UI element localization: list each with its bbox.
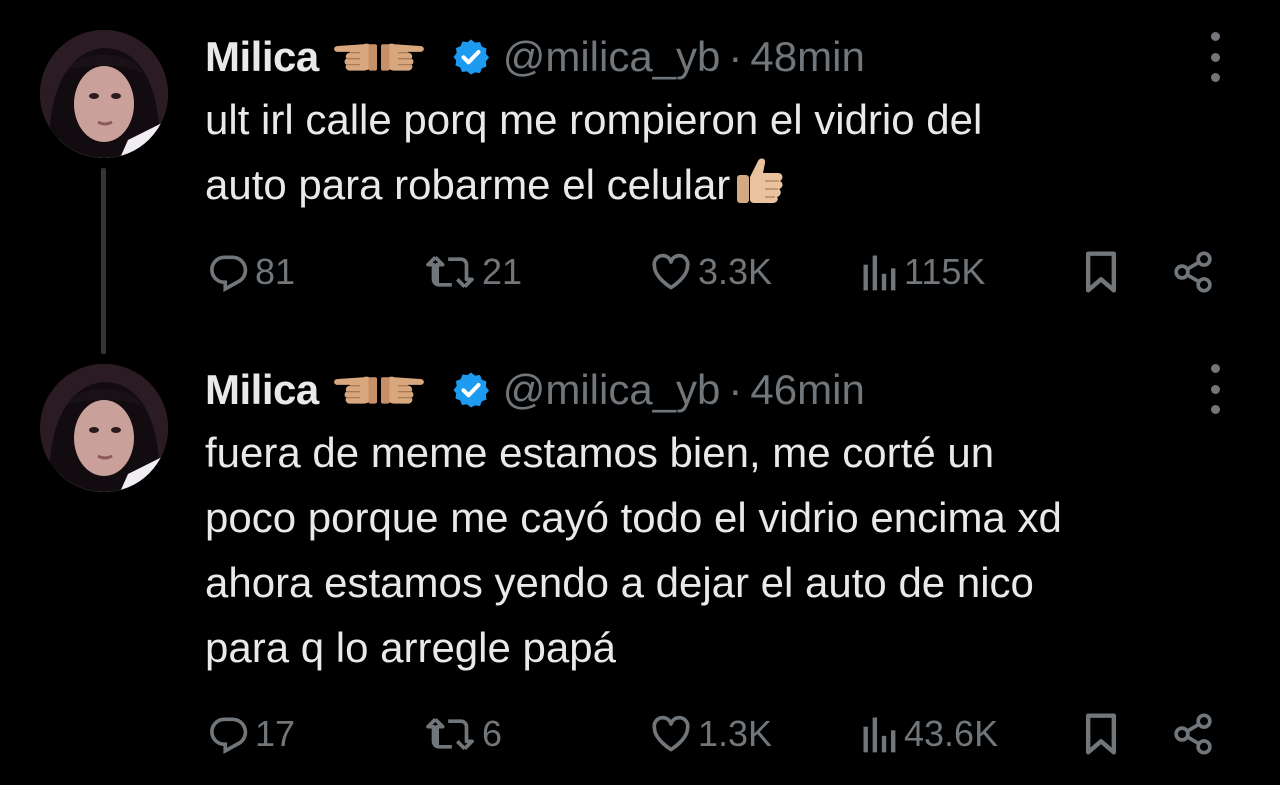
user-handle[interactable]: @milica_yb bbox=[503, 33, 721, 81]
thumbs-up-icon bbox=[732, 153, 786, 225]
display-name[interactable]: Milica bbox=[205, 33, 319, 81]
like-button[interactable]: 1.3K bbox=[648, 712, 772, 756]
tweet-text: fuera de meme estamos bien, me corté un … bbox=[205, 420, 1235, 680]
view-count: 43.6K bbox=[904, 713, 999, 754]
display-name[interactable]: Milica bbox=[205, 366, 319, 414]
retweet-button[interactable]: 6 bbox=[422, 712, 502, 756]
verified-badge-icon[interactable] bbox=[451, 370, 491, 410]
bookmark-button[interactable] bbox=[1083, 712, 1119, 756]
tweet-header: Milica @milica_yb · 46min bbox=[205, 362, 865, 418]
separator-dot: · bbox=[728, 366, 743, 413]
separator-dot: · bbox=[728, 33, 743, 80]
tweet-text-line: poco porque me cayó todo el vidrio encim… bbox=[205, 494, 1062, 541]
tweet[interactable]: Milica @milica_yb · 48min ult irl calle … bbox=[0, 0, 1280, 354]
reply-count: 17 bbox=[255, 713, 296, 754]
tweet-text-line: ahora estamos yendo a dejar el auto de n… bbox=[205, 559, 1034, 606]
reply-count: 81 bbox=[255, 251, 296, 292]
tweet-text: ult irl calle porq me rompieron el vidri… bbox=[205, 87, 1235, 225]
tweet-header: Milica @milica_yb · 48min bbox=[205, 29, 865, 85]
retweet-button[interactable]: 21 bbox=[422, 250, 522, 294]
pointing-hands-icon bbox=[321, 370, 437, 410]
bookmark-icon bbox=[1083, 250, 1119, 294]
heart-icon bbox=[648, 250, 694, 294]
tweet-text-line: fuera de meme estamos bien, me corté un bbox=[205, 429, 995, 476]
retweet-icon bbox=[422, 712, 478, 756]
tweet-actions: 81 21 3.3K 115K bbox=[0, 250, 1280, 294]
tweet-text-line: auto para robarme el celular bbox=[205, 161, 731, 208]
retweet-count: 6 bbox=[482, 713, 503, 754]
retweet-icon bbox=[422, 250, 478, 294]
view-count: 115K bbox=[904, 251, 986, 292]
pointing-hands-icon bbox=[321, 37, 437, 77]
reply-button[interactable]: 17 bbox=[205, 712, 295, 756]
retweet-count: 21 bbox=[482, 251, 523, 292]
share-button[interactable] bbox=[1170, 250, 1216, 294]
more-icon[interactable] bbox=[1205, 32, 1225, 82]
views-button[interactable]: 43.6K bbox=[860, 712, 998, 756]
timestamp[interactable]: 46min bbox=[750, 366, 864, 414]
reply-button[interactable]: 81 bbox=[205, 250, 295, 294]
reply-icon bbox=[205, 250, 251, 294]
bookmark-icon bbox=[1083, 712, 1119, 756]
avatar[interactable] bbox=[40, 30, 168, 158]
share-button[interactable] bbox=[1170, 712, 1216, 756]
more-icon[interactable] bbox=[1205, 364, 1225, 414]
tweet-text-line: ult irl calle porq me rompieron el vidri… bbox=[205, 96, 983, 143]
avatar[interactable] bbox=[40, 364, 168, 492]
like-count: 1.3K bbox=[698, 713, 773, 754]
views-icon bbox=[860, 712, 900, 756]
timestamp[interactable]: 48min bbox=[750, 33, 864, 81]
tweet-text-line-with-emoji: auto para robarme el celular bbox=[205, 152, 1235, 225]
share-icon bbox=[1170, 712, 1216, 756]
share-icon bbox=[1170, 250, 1216, 294]
tweet-actions: 17 6 1.3K 43.6K bbox=[0, 712, 1280, 756]
tweet[interactable]: Milica @milica_yb · 46min fuera de meme … bbox=[0, 340, 1280, 785]
views-icon bbox=[860, 250, 900, 294]
tweet-text-line: para q lo arregle papá bbox=[205, 624, 616, 671]
verified-badge-icon[interactable] bbox=[451, 37, 491, 77]
bookmark-button[interactable] bbox=[1083, 250, 1119, 294]
heart-icon bbox=[648, 712, 694, 756]
like-count: 3.3K bbox=[698, 251, 773, 292]
like-button[interactable]: 3.3K bbox=[648, 250, 772, 294]
reply-icon bbox=[205, 712, 251, 756]
user-handle[interactable]: @milica_yb bbox=[503, 366, 721, 414]
views-button[interactable]: 115K bbox=[860, 250, 985, 294]
